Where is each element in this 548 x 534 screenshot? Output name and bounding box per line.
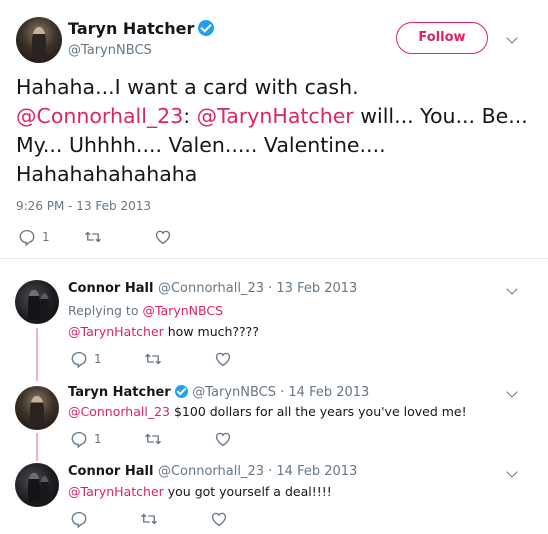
reply-author[interactable]: Connor Hall @Connorhall_23 · 13 Feb 2013 <box>68 281 357 296</box>
divider <box>0 258 548 259</box>
reply-meta[interactable]: @Connorhall_23 · 13 Feb 2013 <box>158 281 357 296</box>
replying-to-link[interactable]: @TarynNBCS <box>142 303 223 318</box>
tweet-actions: 1 <box>18 228 172 246</box>
mention-link[interactable]: @TarynHatcher <box>197 104 354 128</box>
reply-icon[interactable] <box>70 430 88 448</box>
reply-action[interactable]: 1 <box>70 350 102 368</box>
reply-meta[interactable]: @Connorhall_23 · 14 Feb 2013 <box>158 464 357 479</box>
author-avatar[interactable] <box>16 17 62 63</box>
author-name[interactable]: Taryn Hatcher <box>68 19 215 38</box>
tweet-text-part: : <box>183 104 197 128</box>
chevron-down-icon[interactable] <box>505 386 521 402</box>
reply-avatar[interactable] <box>15 280 59 324</box>
retweet-icon[interactable] <box>84 228 102 246</box>
like-action[interactable] <box>214 350 232 368</box>
like-icon[interactable] <box>154 228 172 246</box>
reply-avatar[interactable] <box>15 386 59 430</box>
reply-author[interactable]: Connor Hall @Connorhall_23 · 14 Feb 2013 <box>68 464 357 479</box>
tweet-text: Hahaha...I want a card with cash. @Conno… <box>16 73 536 189</box>
like-action[interactable] <box>214 430 232 448</box>
reply-author-name[interactable]: Connor Hall <box>68 464 153 479</box>
tweet-text-part: Hahaha...I want a card with cash. <box>16 75 359 99</box>
reply-author[interactable]: Taryn Hatcher @TarynNBCS · 14 Feb 2013 <box>68 385 369 400</box>
verified-badge-icon <box>198 20 215 36</box>
reply-action[interactable]: 1 <box>18 228 50 246</box>
retweet-action[interactable] <box>84 228 102 246</box>
retweet-icon[interactable] <box>144 350 162 368</box>
reply-action[interactable]: 1 <box>70 430 102 448</box>
replying-to-label: Replying to <box>68 303 143 318</box>
thread-connector <box>36 328 38 381</box>
reply-text: @TarynHatcher how much???? <box>68 324 259 339</box>
tweet-page: Taryn Hatcher @TarynNBCS Follow Hahaha..… <box>0 0 548 534</box>
like-icon[interactable] <box>214 350 232 368</box>
reply-actions <box>70 510 228 528</box>
replying-to-line: Replying to @TarynNBCS <box>68 303 223 318</box>
author-handle[interactable]: @TarynNBCS <box>68 43 152 58</box>
chevron-down-icon[interactable] <box>505 32 521 48</box>
like-icon[interactable] <box>214 430 232 448</box>
reply-author-name[interactable]: Connor Hall <box>68 281 153 296</box>
follow-button[interactable]: Follow <box>396 22 488 54</box>
reply-text-body: how much???? <box>163 324 259 339</box>
reply-action[interactable] <box>70 510 88 528</box>
reply-actions: 1 <box>70 430 232 448</box>
reply-author-name[interactable]: Taryn Hatcher <box>68 385 171 400</box>
mention-link[interactable]: @Connorhall_23 <box>16 104 183 128</box>
retweet-action[interactable] <box>144 430 162 448</box>
like-icon[interactable] <box>210 510 228 528</box>
retweet-action[interactable] <box>140 510 158 528</box>
reply-actions: 1 <box>70 350 232 368</box>
chevron-down-icon[interactable] <box>505 283 521 299</box>
like-action[interactable] <box>154 228 172 246</box>
reply-icon[interactable] <box>70 510 88 528</box>
reply-avatar[interactable] <box>15 463 59 507</box>
reply-text-body: you got yourself a deal!!!! <box>163 484 332 499</box>
verified-badge-icon <box>174 385 188 398</box>
reply-count: 1 <box>94 432 102 446</box>
reply-text: @TarynHatcher you got yourself a deal!!!… <box>68 484 332 499</box>
retweet-icon[interactable] <box>144 430 162 448</box>
reply-text: @Connorhall_23 $100 dollars for all the … <box>68 404 467 419</box>
like-action[interactable] <box>210 510 228 528</box>
retweet-icon[interactable] <box>140 510 158 528</box>
reply-icon[interactable] <box>18 228 36 246</box>
reply-count: 1 <box>94 352 102 366</box>
tweet-timestamp[interactable]: 9:26 PM - 13 Feb 2013 <box>16 199 151 213</box>
mention-link[interactable]: @TarynHatcher <box>68 324 164 339</box>
author-name-text[interactable]: Taryn Hatcher <box>68 19 194 38</box>
reply-count: 1 <box>42 230 50 244</box>
mention-link[interactable]: @Connorhall_23 <box>68 404 170 419</box>
retweet-action[interactable] <box>144 350 162 368</box>
reply-icon[interactable] <box>70 350 88 368</box>
reply-text-body: $100 dollars for all the years you've lo… <box>169 404 467 419</box>
chevron-down-icon[interactable] <box>505 466 521 482</box>
mention-link[interactable]: @TarynHatcher <box>68 484 164 499</box>
thread-connector <box>36 433 38 461</box>
reply-meta[interactable]: @TarynNBCS · 14 Feb 2013 <box>192 385 369 400</box>
